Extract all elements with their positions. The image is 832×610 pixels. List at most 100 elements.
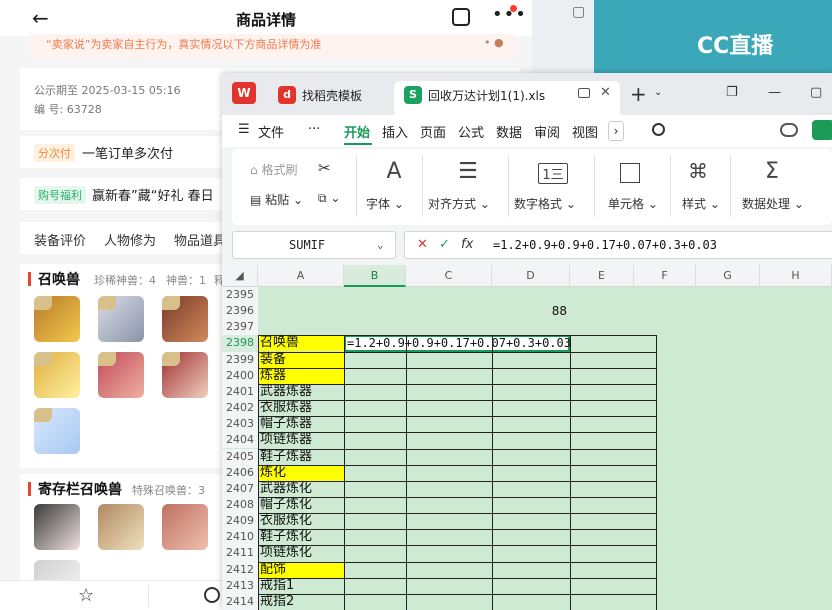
align-button[interactable]: 对齐方式 ⌄	[428, 195, 490, 212]
font-button[interactable]: 字体 ⌄	[366, 195, 404, 212]
active-cell-editor[interactable]: =1.2+0.9+0.9+0.17+0.07+0.3+0.03	[344, 335, 571, 353]
scissors-icon[interactable]: ✂	[318, 159, 331, 177]
share-icon[interactable]	[812, 120, 832, 140]
cell-a[interactable]: 戒指1	[258, 578, 344, 594]
pet-avatar[interactable]	[34, 408, 80, 454]
menu-view[interactable]: 视图	[572, 122, 598, 141]
cell-a[interactable]: 项链炼器	[258, 432, 344, 448]
restore-window-icon[interactable]: ❐	[726, 85, 738, 100]
pet-avatar[interactable]	[98, 296, 144, 342]
hamburger-icon[interactable]: ☰	[238, 122, 250, 137]
align-icon[interactable]: ☰	[456, 159, 480, 184]
pet-avatar[interactable]	[98, 504, 144, 550]
row-header[interactable]: 2396	[222, 303, 258, 320]
row-header[interactable]: 2395	[222, 287, 258, 304]
column-header-a[interactable]: A	[258, 265, 344, 287]
column-header-b[interactable]: B	[344, 265, 406, 287]
row-header[interactable]: 2399	[222, 351, 258, 368]
row-header[interactable]: 2408	[222, 496, 258, 514]
chevron-right-icon[interactable]: ›	[608, 121, 624, 141]
cell-a[interactable]: 炼器	[258, 367, 344, 384]
pet-avatar[interactable]	[98, 352, 144, 398]
tab-character-cultivation[interactable]: 人物修为	[104, 230, 156, 249]
menu-home[interactable]: 开始	[344, 122, 370, 141]
cell-a[interactable]: 鞋子炼化	[258, 529, 344, 545]
cell-a[interactable]: 召唤兽	[258, 335, 344, 352]
pet-avatar[interactable]	[162, 504, 208, 550]
sigma-icon[interactable]: Σ	[760, 159, 784, 184]
maximize-icon[interactable]: ▢	[810, 85, 822, 100]
row-header[interactable]: 2401	[222, 383, 258, 401]
menu-file[interactable]: 文件	[258, 122, 284, 141]
more-menu-icon[interactable]: ···	[308, 122, 320, 137]
paste-button[interactable]: ▤ 粘贴 ⌄	[250, 191, 303, 208]
cancel-icon[interactable]: ✕	[417, 237, 428, 252]
tab-items[interactable]: 物品道具	[174, 230, 226, 249]
cell-a[interactable]: 戒指2	[258, 594, 344, 610]
search-icon[interactable]	[652, 123, 665, 136]
cell-button[interactable]: 单元格 ⌄	[608, 195, 658, 212]
close-icon[interactable]: ✕	[600, 85, 611, 100]
star-icon[interactable]: ☆	[78, 585, 94, 606]
pet-avatar[interactable]	[162, 352, 208, 398]
row-header[interactable]: 2402	[222, 400, 258, 417]
style-icon[interactable]: ⌘	[686, 159, 710, 183]
select-all-corner[interactable]: ◢	[222, 265, 258, 287]
menu-review[interactable]: 审阅	[534, 122, 560, 141]
confirm-icon[interactable]: ✓	[439, 237, 450, 252]
format-painter-button[interactable]: ⌂ 格式刷	[250, 161, 297, 178]
row-header[interactable]: 2414	[222, 593, 258, 610]
coin-icon[interactable]	[204, 587, 220, 603]
row-header[interactable]: 2400	[222, 367, 258, 384]
share-icon[interactable]	[452, 8, 470, 26]
row-header[interactable]: 2410	[222, 529, 258, 546]
cell-a[interactable]: 帽子炼器	[258, 416, 344, 432]
minimize-icon[interactable]: —	[768, 85, 781, 100]
new-tab-button[interactable]: +	[630, 82, 647, 106]
screen-icon[interactable]	[578, 88, 590, 98]
column-header-g[interactable]: G	[696, 265, 760, 287]
name-box[interactable]: SUMIF ⌄	[232, 231, 396, 259]
cell-icon[interactable]	[620, 163, 640, 183]
cloud-upload-icon[interactable]	[780, 123, 798, 137]
number-format-icon[interactable]: 1三	[538, 163, 568, 184]
tab-docer-templates[interactable]: d 找稻壳模板	[268, 81, 392, 115]
row-header[interactable]: 2407	[222, 480, 258, 497]
column-header-c[interactable]: C	[406, 265, 492, 287]
pet-avatar[interactable]	[162, 296, 208, 342]
chevron-down-icon[interactable]: ⌄	[377, 238, 384, 251]
tab-equipment-review[interactable]: 装备评价	[34, 230, 86, 249]
cell-a[interactable]: 武器炼化	[258, 481, 344, 497]
chevron-down-icon[interactable]: ⌄	[654, 87, 662, 98]
row-header[interactable]: 2412	[222, 561, 258, 578]
style-button[interactable]: 样式 ⌄	[682, 195, 720, 212]
cell-a[interactable]: 项链炼化	[258, 545, 344, 561]
copy-icon[interactable]: ⧉ ⌄	[318, 191, 340, 206]
wps-logo[interactable]: W	[232, 82, 256, 104]
pet-avatar[interactable]	[34, 296, 80, 342]
row-header[interactable]: 2411	[222, 545, 258, 562]
cell-a[interactable]: 装备	[258, 351, 344, 368]
fx-icon[interactable]: fx	[461, 237, 473, 252]
cell-a[interactable]: 鞋子炼器	[258, 449, 344, 465]
column-header-f[interactable]: F	[634, 265, 696, 287]
cell-a[interactable]: 炼化	[258, 464, 344, 481]
row-header[interactable]: 2413	[222, 577, 258, 594]
pet-avatar[interactable]	[34, 352, 80, 398]
data-process-button[interactable]: 数据处理 ⌄	[742, 195, 804, 212]
row-header[interactable]: 2398	[222, 335, 258, 352]
row-header[interactable]: 2404	[222, 432, 258, 449]
pet-avatar[interactable]	[34, 504, 80, 550]
row-header[interactable]: 2405	[222, 448, 258, 465]
column-header-e[interactable]: E	[570, 265, 634, 287]
font-icon[interactable]: A	[382, 159, 406, 184]
cell-d[interactable]: 88	[492, 304, 570, 320]
menu-data[interactable]: 数据	[496, 122, 522, 141]
row-header[interactable]: 2403	[222, 416, 258, 433]
cell-a[interactable]: 衣服炼器	[258, 400, 344, 416]
cell-area[interactable]: 88 召唤兽 =1.2+0.9+0.9+0.17+0.07+0.3+0.03 装备 炼器…	[258, 287, 832, 610]
cell-a[interactable]: 配饰	[258, 561, 344, 578]
tab-spreadsheet[interactable]: S 回收万达计划1(1).xls ✕	[394, 81, 620, 115]
cell-a[interactable]: 武器炼器	[258, 384, 344, 400]
menu-page[interactable]: 页面	[420, 122, 446, 141]
